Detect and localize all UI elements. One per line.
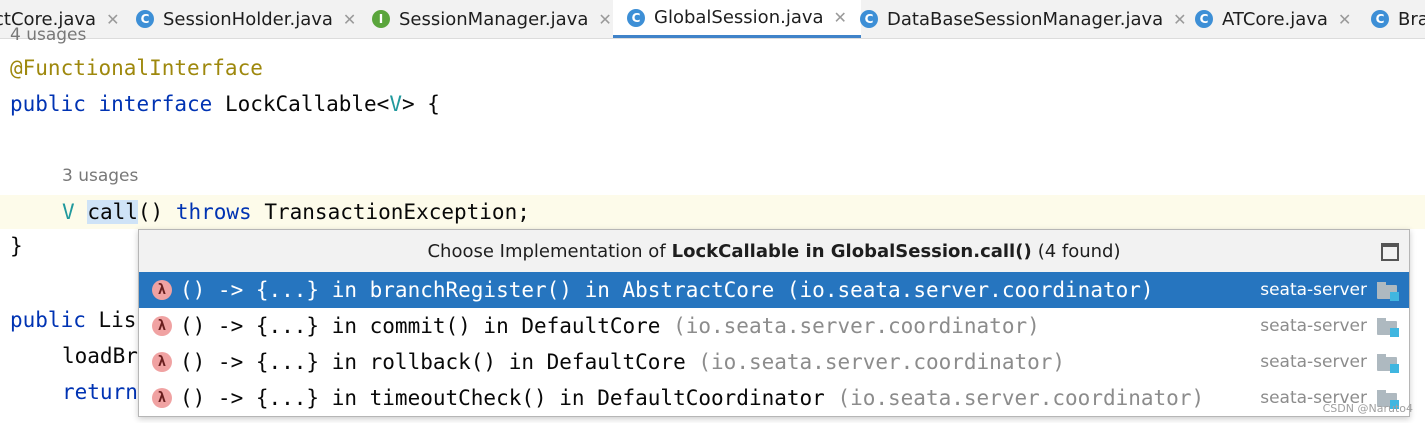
code-fragment: Lis (98, 308, 137, 332)
tab-databasesessionmanager[interactable]: C DataBaseSessionManager.java ✕ (860, 0, 1187, 38)
editor-tab-bar: ctCore.java ✕ C SessionHolder.java ✕ I S… (0, 0, 1425, 39)
tab-label: SessionHolder.java (163, 8, 333, 30)
implementation-label: () -> {...} in commit() in DefaultCore (180, 314, 661, 338)
class-icon: C (860, 10, 878, 28)
code-line-return: return (62, 380, 138, 404)
popup-title-prefix: Choose Implementation of (427, 240, 666, 262)
tab-atcore[interactable]: C ATCore.java ✕ (1195, 0, 1351, 38)
popup-title-count: (4 found) (1037, 240, 1121, 262)
exception-type: TransactionException; (264, 200, 530, 224)
popup-title-target: LockCallable in GlobalSession.call() (671, 240, 1032, 262)
method-name[interactable]: call (87, 200, 138, 224)
close-icon[interactable]: ✕ (598, 10, 611, 29)
close-icon[interactable]: ✕ (1338, 10, 1351, 29)
module-name: seata-server (1260, 280, 1367, 300)
code-line-interface: public interface LockCallable<V> { (10, 89, 440, 119)
close-icon[interactable]: ✕ (106, 10, 119, 29)
close-icon[interactable]: ✕ (1173, 10, 1186, 29)
module-name: seata-server (1260, 316, 1367, 336)
type-parameter: V (389, 92, 402, 116)
class-icon: C (627, 8, 645, 27)
tab-label: GlobalSession.java (654, 7, 824, 28)
class-icon: C (1195, 10, 1213, 28)
implementation-package: (io.seata.server.coordinator) (673, 314, 1040, 338)
return-type: V (62, 200, 75, 224)
code-line-public-list: public Lis (10, 305, 136, 335)
lambda-icon: λ (152, 388, 172, 408)
module-name: seata-server (1260, 352, 1367, 372)
interface-name: LockCallable< (224, 92, 390, 116)
lambda-icon: λ (152, 280, 172, 300)
keyword-throws: throws (175, 200, 252, 224)
class-icon: C (1371, 10, 1389, 28)
implementation-package: (io.seata.server.coordinator) (837, 386, 1205, 410)
tab-sessionholder[interactable]: C SessionHolder.java ✕ (136, 0, 356, 38)
usages-hint[interactable]: 4 usages (10, 25, 86, 45)
interface-tail: > { (402, 92, 440, 116)
tab-sessionmanager[interactable]: I SessionManager.java ✕ (372, 0, 612, 38)
code-line-annotation: @FunctionalInterface (10, 53, 263, 83)
annotation: @FunctionalInterface (10, 56, 263, 80)
implementation-item[interactable]: λ () -> {...} in branchRegister() in Abs… (139, 272, 1409, 308)
implementation-item[interactable]: λ () -> {...} in rollback() in DefaultCo… (139, 344, 1409, 380)
code-line-load: loadBr (62, 344, 138, 368)
tab-label: Bra (1398, 8, 1425, 30)
tab-globalsession[interactable]: C GlobalSession.java ✕ (613, 0, 861, 38)
code-line-close: } (10, 234, 23, 258)
implementation-label: () -> {...} in timeoutCheck() in Default… (180, 386, 825, 410)
popup-title: Choose Implementation of LockCallable in… (139, 230, 1409, 272)
module-folder-icon (1377, 317, 1399, 337)
choose-implementation-popup[interactable]: Choose Implementation of LockCallable in… (138, 229, 1410, 417)
tab-bra[interactable]: C Bra (1371, 0, 1425, 38)
implementation-package: (io.seata.server.coordinator) (698, 350, 1066, 374)
lambda-icon: λ (152, 352, 172, 372)
close-icon[interactable]: ✕ (834, 8, 847, 27)
close-icon[interactable]: ✕ (343, 10, 356, 29)
keyword-public: public (10, 308, 86, 332)
implementation-label: () -> {...} in rollback() in DefaultCore (180, 350, 686, 374)
keyword-interface: interface (98, 92, 213, 116)
lambda-icon: λ (152, 316, 172, 336)
code-line-method: V call() throws TransactionException; (62, 197, 530, 227)
module-folder-icon (1377, 281, 1399, 301)
implementation-package: (io.seata.server.coordinator) (786, 278, 1154, 302)
usages-hint[interactable]: 3 usages (62, 166, 138, 186)
class-icon: C (136, 10, 154, 28)
method-paren: () (137, 200, 164, 224)
keyword-public: public (10, 92, 86, 116)
implementation-label: () -> {...} in branchRegister() in Abstr… (180, 278, 775, 302)
open-in-window-icon[interactable] (1381, 243, 1399, 261)
watermark: CSDN @Naruto4 (1322, 402, 1413, 415)
implementation-item[interactable]: λ () -> {...} in timeoutCheck() in Defau… (139, 380, 1409, 416)
tab-label: DataBaseSessionManager.java (887, 8, 1164, 30)
implementation-item[interactable]: λ () -> {...} in commit() in DefaultCore… (139, 308, 1409, 344)
module-folder-icon (1377, 353, 1399, 373)
tab-label: SessionManager.java (399, 8, 589, 30)
tab-label: ATCore.java (1222, 8, 1328, 30)
interface-icon: I (372, 10, 390, 28)
